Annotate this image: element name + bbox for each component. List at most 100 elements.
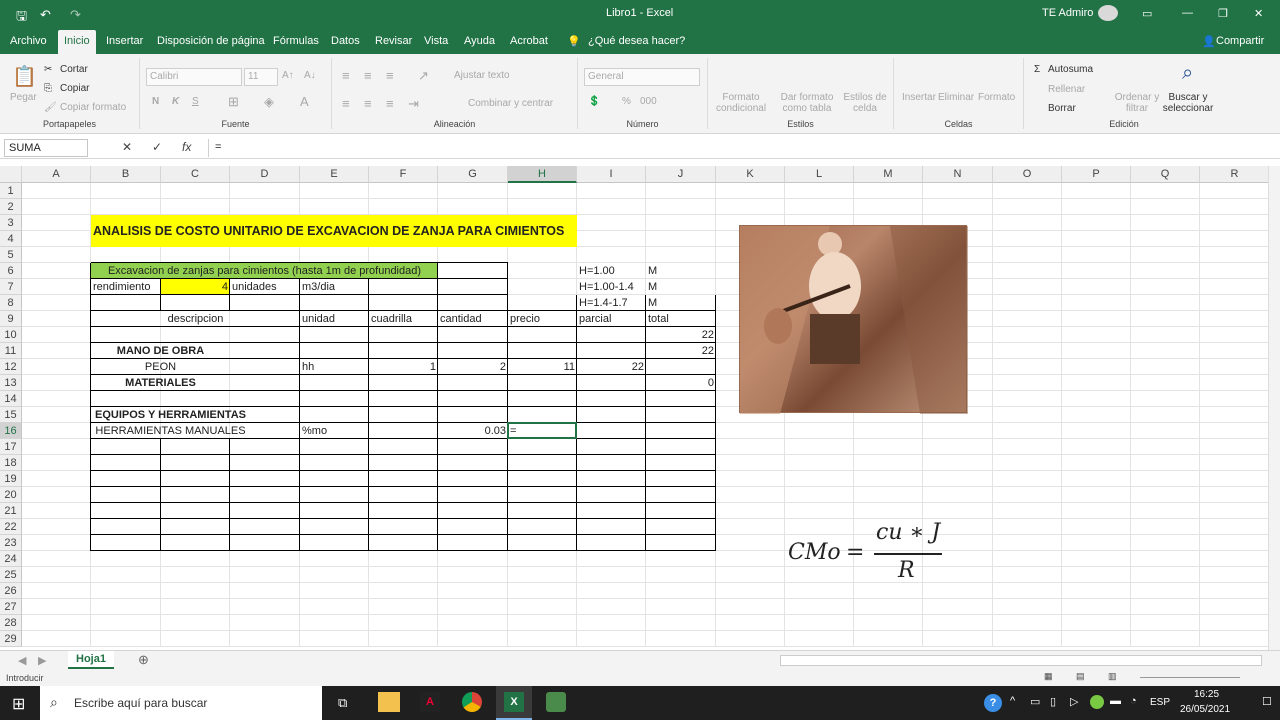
column-header[interactable]: A — [22, 166, 91, 183]
tab-vista[interactable]: Vista — [424, 35, 448, 47]
copy-icon[interactable]: ⎘ — [44, 83, 52, 94]
notifications-icon[interactable]: ☐ — [1262, 695, 1272, 708]
formula-input[interactable]: = — [208, 139, 1274, 157]
cell-j9[interactable]: total — [646, 311, 716, 327]
name-box[interactable]: SUMA — [4, 139, 88, 157]
column-header[interactable]: F — [369, 166, 438, 183]
clear-button[interactable]: Borrar — [1048, 103, 1076, 114]
conditional-format-button[interactable]: Formato condicional — [716, 92, 766, 114]
windows-start-icon[interactable]: ⊞ — [12, 694, 25, 714]
close-icon[interactable]: ✕ — [1254, 7, 1263, 20]
row-header[interactable]: 15 — [0, 407, 22, 423]
clock-time[interactable]: 16:25 — [1194, 689, 1219, 700]
cell-i6[interactable]: H=1.00 — [577, 263, 646, 279]
row-header[interactable]: 7 — [0, 279, 22, 295]
lightbulb-icon[interactable]: 💡 — [567, 35, 581, 48]
align-middle-icon[interactable]: ≡ — [364, 68, 372, 83]
row-header[interactable]: 13 — [0, 375, 22, 391]
row-header[interactable]: 24 — [0, 551, 22, 567]
row-header[interactable]: 9 — [0, 311, 22, 327]
italic-button[interactable]: K — [172, 96, 179, 107]
row-header[interactable]: 19 — [0, 471, 22, 487]
row-header[interactable]: 5 — [0, 247, 22, 263]
borders-icon[interactable]: ⊞ — [228, 94, 239, 110]
chevron-up-icon[interactable]: ^ — [1010, 695, 1015, 707]
worker-image[interactable] — [739, 225, 968, 414]
cell-i8[interactable]: H=1.4-1.7 — [577, 295, 646, 311]
tab-acrobat[interactable]: Acrobat — [510, 35, 548, 47]
cell-b15[interactable]: EQUIPOS Y HERRAMIENTAS — [91, 407, 250, 423]
cell-b6[interactable]: Excavacion de zanjas para cimientos (has… — [91, 263, 438, 279]
horizontal-scrollbar[interactable] — [780, 655, 1262, 666]
search-icon[interactable]: ⌕ — [1182, 62, 1193, 85]
percent-icon[interactable]: % — [622, 96, 631, 107]
wrap-text-button[interactable]: Ajustar texto — [454, 70, 510, 81]
format-table-button[interactable]: Dar formato como tabla — [776, 92, 838, 114]
align-center-icon[interactable]: ≡ — [364, 96, 372, 111]
next-sheet-icon[interactable]: ▶ — [38, 654, 46, 667]
tab-ayuda[interactable]: Ayuda — [464, 35, 495, 47]
grow-font-icon[interactable]: A↑ — [282, 70, 294, 81]
cell-h9[interactable]: precio — [508, 311, 577, 327]
tab-disposicion[interactable]: Disposición de página — [157, 35, 265, 47]
cell-j10[interactable]: 22 — [646, 327, 716, 343]
undo-icon[interactable]: ↶ — [40, 7, 51, 23]
language-indicator[interactable]: ESP — [1150, 697, 1170, 708]
font-color-icon[interactable]: A — [300, 94, 309, 109]
align-top-icon[interactable]: ≡ — [342, 68, 350, 83]
row-header[interactable]: 25 — [0, 567, 22, 583]
cell-g16[interactable]: 0.03 — [438, 423, 508, 439]
row-header[interactable]: 8 — [0, 295, 22, 311]
row-header[interactable]: 3 — [0, 215, 22, 231]
clock-date[interactable]: 26/05/2021 — [1180, 704, 1230, 715]
cell-j11[interactable]: 22 — [646, 343, 716, 359]
indent-icon[interactable]: ⇥ — [408, 96, 419, 112]
cell-j8[interactable]: M — [646, 295, 716, 311]
row-header[interactable]: 20 — [0, 487, 22, 503]
redo-icon[interactable]: ↷ — [70, 7, 81, 23]
row-header[interactable]: 26 — [0, 583, 22, 599]
cell-h16[interactable]: = — [508, 423, 577, 439]
row-header[interactable]: 18 — [0, 455, 22, 471]
font-size-select[interactable]: 11 — [244, 68, 278, 86]
row-header[interactable]: 29 — [0, 631, 22, 647]
column-header[interactable]: D — [230, 166, 300, 183]
cell-h12[interactable]: 11 — [508, 359, 577, 375]
column-header[interactable]: G — [438, 166, 508, 183]
column-header[interactable]: L — [785, 166, 854, 183]
shrink-font-icon[interactable]: A↓ — [304, 70, 316, 81]
align-bottom-icon[interactable]: ≡ — [386, 68, 394, 83]
scissors-icon[interactable]: ✂ — [44, 64, 52, 75]
cell-f9[interactable]: cuadrilla — [369, 311, 438, 327]
paste-icon[interactable]: 📋 — [12, 64, 37, 89]
row-header[interactable]: 22 — [0, 519, 22, 535]
number-format-select[interactable]: General — [584, 68, 700, 86]
volume-icon[interactable]: ▷ — [1070, 695, 1078, 708]
cell-i7[interactable]: H=1.00-1.4 — [577, 279, 646, 295]
column-header[interactable]: B — [91, 166, 161, 183]
column-header[interactable]: E — [300, 166, 369, 183]
cell-b9[interactable]: descripcion — [91, 311, 300, 327]
cell-b11[interactable]: MANO DE OBRA — [91, 343, 230, 359]
add-sheet-icon[interactable]: ⊕ — [138, 652, 149, 668]
chrome-icon[interactable] — [462, 692, 482, 712]
vertical-scrollbar[interactable] — [1268, 166, 1280, 650]
normal-view-icon[interactable]: ▦ — [1044, 671, 1053, 682]
column-header[interactable]: C — [161, 166, 230, 183]
row-header[interactable]: 27 — [0, 599, 22, 615]
column-header[interactable]: O — [993, 166, 1062, 183]
tray-icon[interactable]: ▭ — [1030, 695, 1040, 708]
row-header[interactable]: 2 — [0, 199, 22, 215]
row-header[interactable]: 4 — [0, 231, 22, 247]
cell-e16[interactable]: %mo — [300, 423, 369, 439]
share-button[interactable]: Compartir — [1216, 35, 1264, 47]
network-icon[interactable]: ▯ — [1050, 695, 1056, 708]
bold-button[interactable]: N — [152, 96, 159, 107]
tab-archivo[interactable]: Archivo — [10, 35, 47, 47]
save-icon[interactable]: 🖫 — [16, 7, 27, 29]
tab-revisar[interactable]: Revisar — [375, 35, 412, 47]
minimize-icon[interactable]: — — [1182, 7, 1193, 19]
acrobat-icon[interactable]: A — [420, 692, 440, 712]
row-header[interactable]: 10 — [0, 327, 22, 343]
row-header[interactable]: 1 — [0, 183, 22, 199]
